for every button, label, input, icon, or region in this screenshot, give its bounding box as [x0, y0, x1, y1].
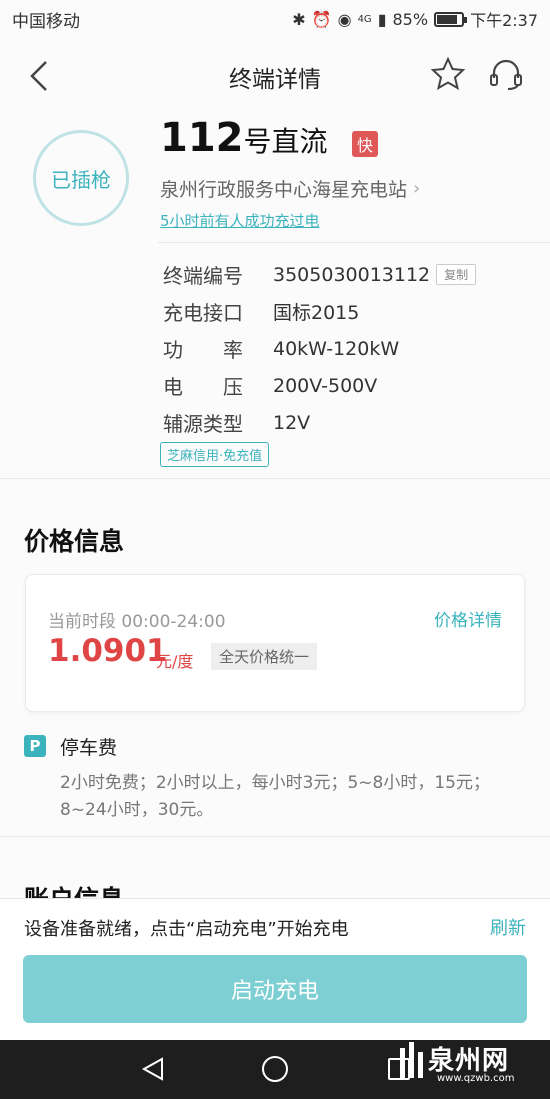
recent-success-link[interactable]: 5小时前有人成功充过电	[160, 210, 320, 231]
price-period: 当前时段 00:00-24:00	[48, 612, 226, 632]
battery-icon	[434, 11, 468, 27]
info-label: 充电接口	[163, 301, 243, 325]
title-bar: 终端详情	[0, 42, 550, 108]
info-label: 终端编号	[163, 264, 243, 288]
aux-value: 12V	[273, 411, 311, 434]
station-name: 泉州行政服务中心海星充电站	[160, 179, 408, 201]
star-icon[interactable]	[430, 56, 466, 92]
refresh-button[interactable]: 刷新	[490, 914, 526, 940]
plug-status-badge: 已插枪	[33, 130, 129, 226]
headset-icon[interactable]	[488, 56, 524, 92]
info-label: 功 率	[163, 338, 243, 362]
terminal-name: 112号直流	[160, 115, 328, 161]
info-row-port: 充电接口 国标2015	[163, 297, 359, 326]
info-row-aux: 辅源类型 12V	[163, 408, 310, 437]
parking-title: 停车费	[60, 737, 118, 759]
parking-icon: P	[24, 735, 46, 757]
price-detail-link[interactable]: 价格详情	[434, 606, 502, 631]
voltage-value: 200V-500V	[273, 374, 378, 397]
terminal-type: 号直流	[243, 125, 328, 158]
signal-icon: ▮	[377, 9, 387, 29]
info-row-power: 功 率 40kW-120kW	[163, 334, 399, 363]
start-charging-button[interactable]: 启动充电	[23, 955, 527, 1023]
ready-status-text: 设备准备就绪，点击“启动充电”开始充电	[24, 919, 349, 940]
nav-home-icon[interactable]	[262, 1056, 288, 1082]
watermark-url: www.qzwb.com	[437, 1073, 515, 1084]
info-row-voltage: 电 压 200V-500V	[163, 371, 377, 400]
carrier-label: 中国移动	[12, 11, 80, 32]
price-unit: 元/度	[156, 652, 194, 671]
eye-icon: ◉	[337, 9, 352, 29]
battery-percent: 85%	[392, 9, 429, 29]
status-bar: 中国移动 ✱ ⏰ ◉ 4G ▮ 85% 下午2:37	[0, 0, 550, 38]
watermark-name: 泉州网	[428, 1046, 510, 1076]
nav-back-icon[interactable]	[140, 1056, 166, 1082]
price-card: 当前时段 00:00-24:00 价格详情 1.0901 元/度 全天价格统一	[25, 574, 525, 712]
station-link[interactable]: 泉州行政服务中心海星充电站 ›	[160, 175, 420, 202]
copy-button[interactable]: 复制	[436, 264, 477, 285]
alarm-icon: ⏰	[311, 9, 332, 29]
chevron-right-icon: ›	[413, 178, 421, 199]
plug-status-label: 已插枪	[51, 167, 111, 192]
terminal-number: 112	[160, 115, 244, 161]
parking-description: 2小时免费；2小时以上，每小时3元；5~8小时，15元；8~24小时，30元。	[60, 773, 490, 820]
price-value: 1.0901	[48, 633, 168, 669]
watermark-logo-icon	[400, 1042, 423, 1078]
divider	[0, 478, 550, 479]
power-value: 40kW-120kW	[273, 337, 400, 360]
info-label: 辅源类型	[163, 412, 243, 436]
network-label: 4G	[357, 13, 372, 25]
page-title: 终端详情	[229, 67, 321, 93]
clock: 下午2:37	[470, 11, 538, 30]
bluetooth-icon: ✱	[292, 9, 306, 29]
price-section-title: 价格信息	[24, 527, 125, 556]
terminal-code-value: 3505030013112	[273, 263, 431, 286]
divider	[158, 242, 550, 243]
divider	[0, 836, 550, 837]
credit-tag: 芝麻信用·免充值	[160, 442, 270, 467]
info-row-code: 终端编号 3505030013112 复制	[163, 260, 477, 289]
port-value: 国标2015	[273, 302, 360, 324]
uniform-price-tag: 全天价格统一	[211, 643, 318, 670]
bottom-panel: 设备准备就绪，点击“启动充电”开始充电 刷新 启动充电	[0, 898, 550, 1040]
fast-charge-badge: 快	[352, 131, 378, 157]
status-icons: ✱ ⏰ ◉ 4G ▮ 85% 下午2:37	[292, 7, 538, 31]
info-label: 电 压	[163, 375, 243, 399]
